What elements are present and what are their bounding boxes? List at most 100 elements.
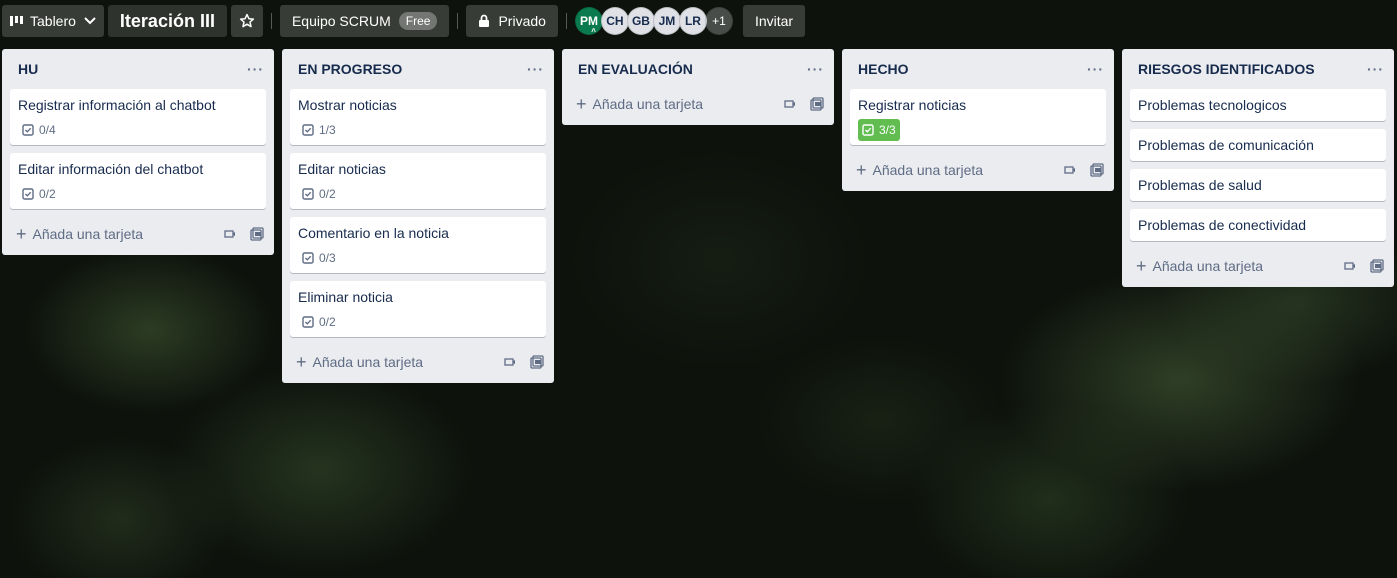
list-menu-icon[interactable]: ···	[527, 61, 544, 77]
list-header[interactable]: EN PROGRESO ···	[282, 49, 554, 89]
card-title: Problemas tecnologicos	[1138, 97, 1287, 113]
card[interactable]: Eliminar noticia 0/2	[290, 281, 546, 337]
card[interactable]: Editar noticias 0/2	[290, 153, 546, 209]
invite-button[interactable]: Invitar	[742, 5, 806, 37]
plus-icon: +	[296, 352, 307, 372]
add-card-button[interactable]: + Añada una tarjeta	[576, 95, 703, 113]
list-title[interactable]: RIESGOS IDENTIFICADOS	[1138, 61, 1315, 77]
list-en-evaluacion: EN EVALUACIÓN ··· + Añada una tarjeta	[562, 49, 834, 125]
card-title: Problemas de comunicación	[1138, 137, 1314, 153]
card-template-icon[interactable]	[1370, 259, 1384, 273]
card[interactable]: Problemas de conectividad	[1130, 209, 1386, 241]
template-icon[interactable]	[224, 229, 236, 239]
chevron-down-icon	[84, 17, 96, 25]
checklist-count: 0/3	[319, 251, 336, 265]
board-view-switcher[interactable]: Tablero	[2, 5, 104, 37]
card[interactable]: Registrar noticias 3/3	[850, 89, 1106, 145]
star-button[interactable]	[230, 5, 263, 37]
checklist-badge-complete: 3/3	[858, 119, 900, 141]
plus-icon: +	[856, 160, 867, 180]
avatar[interactable]: JM	[652, 7, 681, 35]
list-menu-icon[interactable]: ···	[807, 61, 824, 77]
invite-label: Invitar	[754, 13, 794, 29]
add-card-row: + Añada una tarjeta	[1122, 249, 1394, 283]
card-title: Registrar noticias	[858, 97, 967, 113]
card[interactable]: Problemas tecnologicos	[1130, 89, 1386, 121]
board-title[interactable]: Iteración III	[107, 5, 227, 37]
checklist-count: 0/2	[39, 187, 56, 201]
card-title: Mostrar noticias	[298, 97, 397, 113]
card[interactable]: Comentario en la noticia 0/3	[290, 217, 546, 273]
card-template-icon[interactable]	[1090, 163, 1104, 177]
list-title[interactable]: EN EVALUACIÓN	[578, 61, 693, 77]
card[interactable]: Problemas de salud	[1130, 169, 1386, 201]
list-title[interactable]: HECHO	[858, 61, 909, 77]
checklist-icon	[302, 124, 314, 136]
board-header: Tablero Iteración III Equipo SCRUM Free …	[0, 0, 1397, 42]
card-template-icon[interactable]	[810, 97, 824, 111]
avatar[interactable]: GB	[626, 7, 655, 35]
checklist-icon	[302, 188, 314, 200]
list-header[interactable]: HECHO ···	[842, 49, 1114, 89]
card[interactable]: Editar información del chatbot 0/2	[10, 153, 266, 209]
visibility-button[interactable]: Privado	[466, 5, 558, 37]
card[interactable]: Mostrar noticias 1/3	[290, 89, 546, 145]
checklist-count: 0/2	[319, 187, 336, 201]
card[interactable]: Problemas de comunicación	[1130, 129, 1386, 161]
avatar[interactable]: LR	[678, 7, 707, 35]
checklist-icon	[302, 252, 314, 264]
template-icon[interactable]	[784, 99, 796, 109]
add-card-row: + Añada una tarjeta	[2, 217, 274, 251]
checklist-badge: 1/3	[298, 119, 340, 141]
avatar[interactable]: PM ^	[574, 7, 603, 36]
add-card-button[interactable]: + Añada una tarjeta	[16, 225, 143, 243]
checklist-count: 1/3	[319, 123, 336, 137]
add-card-button[interactable]: + Añada una tarjeta	[1136, 257, 1263, 275]
list-menu-icon[interactable]: ···	[1087, 61, 1104, 77]
list-hecho: HECHO ··· Registrar noticias 3/3 + Añada…	[842, 49, 1114, 191]
list-menu-icon[interactable]: ···	[247, 61, 264, 77]
visibility-label: Privado	[498, 13, 546, 29]
more-members-button[interactable]: +1	[704, 7, 733, 35]
checklist-count: 3/3	[879, 123, 896, 137]
workspace-button[interactable]: Equipo SCRUM Free	[279, 5, 450, 37]
list-header[interactable]: RIESGOS IDENTIFICADOS ···	[1122, 49, 1394, 89]
workspace-label: Equipo SCRUM	[291, 13, 391, 29]
board-icon	[10, 16, 24, 26]
template-icon[interactable]	[1344, 261, 1356, 271]
add-card-label: Añada una tarjeta	[312, 354, 424, 370]
checklist-badge: 0/2	[18, 183, 60, 205]
board-view-label: Tablero	[30, 13, 76, 29]
list-header[interactable]: EN EVALUACIÓN ···	[562, 49, 834, 89]
member-avatars: PM ^ CH GB JM LR +1	[574, 7, 733, 36]
avatar-initials: LR	[684, 14, 701, 28]
plus-icon: +	[576, 94, 587, 114]
card-template-icon[interactable]	[250, 227, 264, 241]
list-title[interactable]: EN PROGRESO	[298, 61, 402, 77]
more-members-count: +1	[712, 14, 726, 28]
add-card-label: Añada una tarjeta	[592, 96, 704, 112]
avatar-initials: JM	[658, 14, 676, 28]
avatar[interactable]: CH	[600, 7, 629, 35]
star-icon	[239, 13, 255, 29]
avatar-initials: CH	[606, 14, 624, 28]
card-template-icon[interactable]	[530, 355, 544, 369]
card-title: Editar información del chatbot	[18, 161, 204, 177]
checklist-badge: 0/4	[18, 119, 60, 141]
lock-icon	[478, 14, 490, 28]
list-en-progreso: EN PROGRESO ··· Mostrar noticias 1/3 Edi…	[282, 49, 554, 383]
checklist-icon	[22, 188, 34, 200]
card[interactable]: Registrar información al chatbot 0/4	[10, 89, 266, 145]
checklist-icon	[862, 124, 874, 136]
add-card-row: + Añada una tarjeta	[562, 87, 834, 121]
separator	[565, 13, 567, 29]
template-icon[interactable]	[504, 357, 516, 367]
add-card-button[interactable]: + Añada una tarjeta	[856, 161, 983, 179]
list-menu-icon[interactable]: ···	[1367, 61, 1384, 77]
template-icon[interactable]	[1064, 165, 1076, 175]
list-title[interactable]: HU	[18, 61, 38, 77]
add-card-button[interactable]: + Añada una tarjeta	[296, 353, 423, 371]
card-title: Comentario en la noticia	[298, 225, 449, 241]
list-hu: HU ··· Registrar información al chatbot …	[2, 49, 274, 255]
list-header[interactable]: HU ···	[2, 49, 274, 89]
